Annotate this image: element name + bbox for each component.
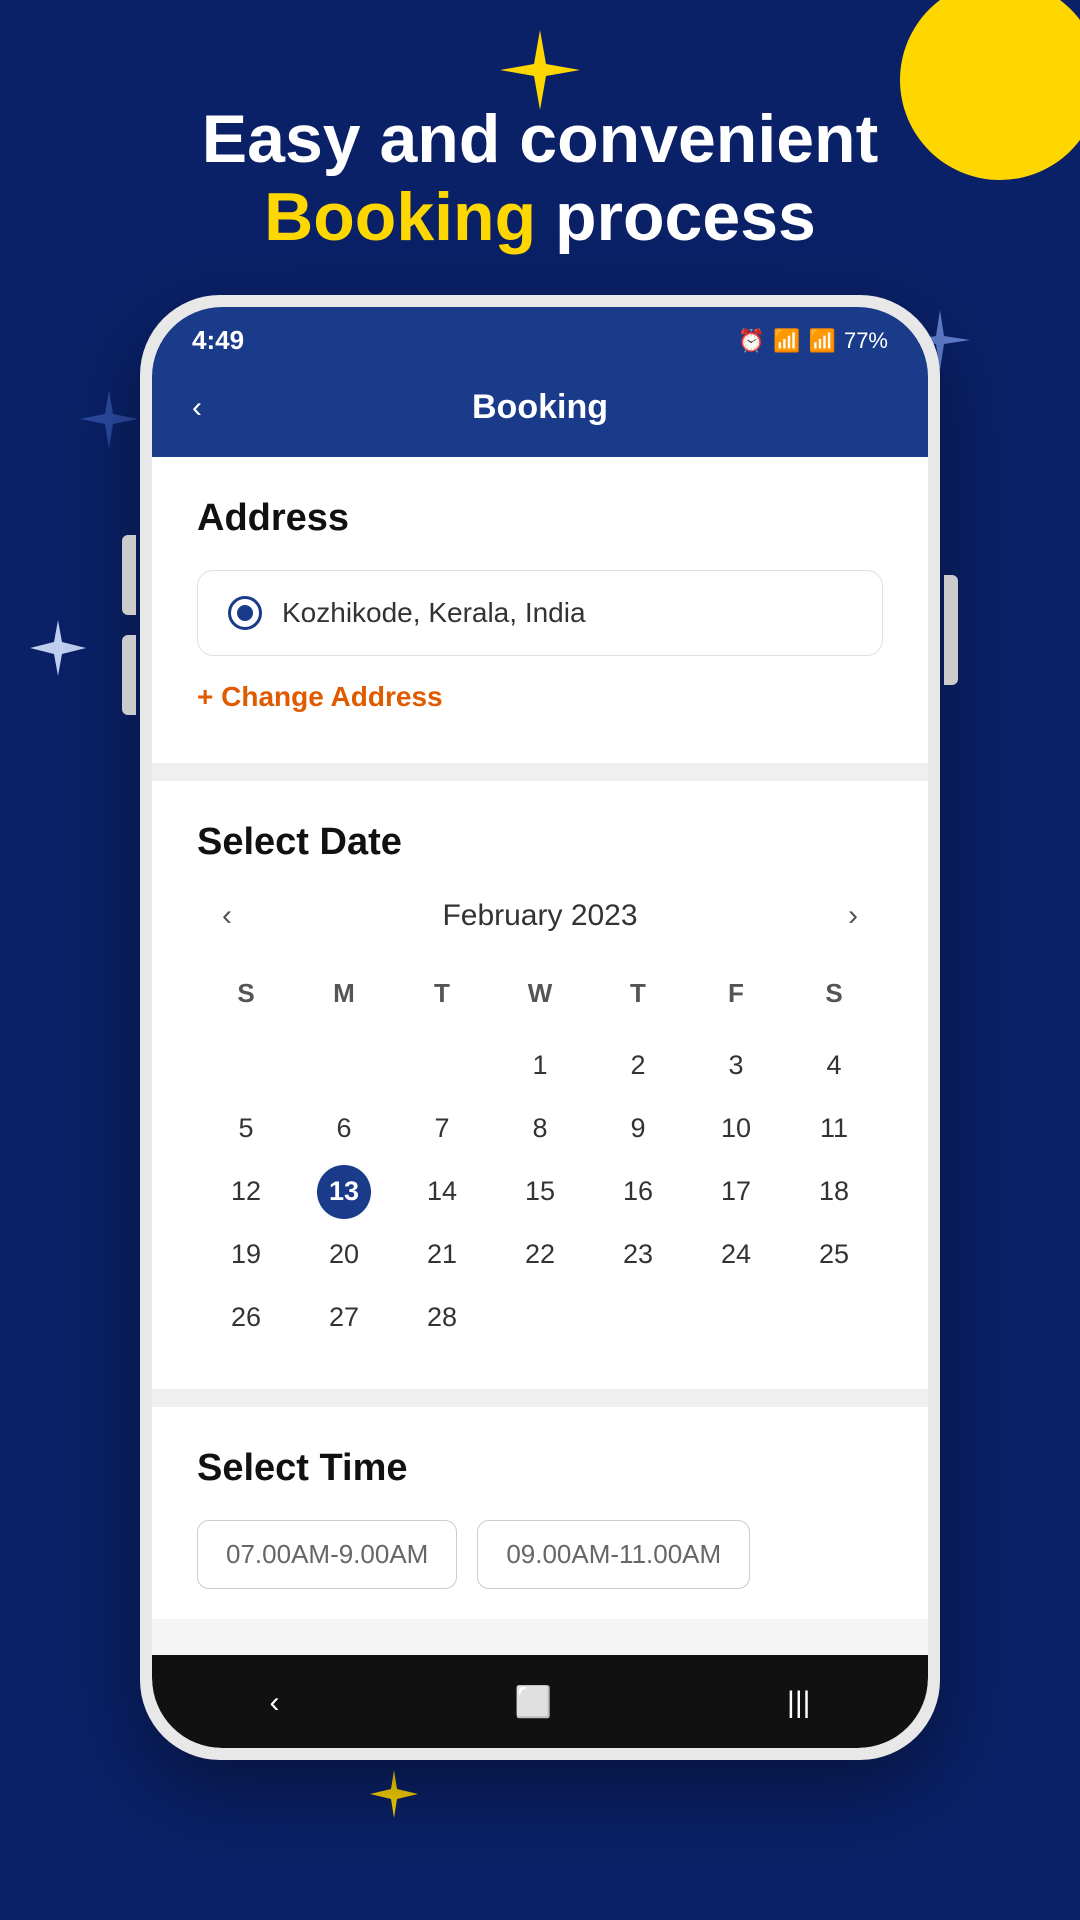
calendar-day-3[interactable]: 3: [687, 1034, 785, 1097]
calendar-day-12[interactable]: 12: [197, 1160, 295, 1223]
back-button[interactable]: ‹: [192, 391, 202, 425]
star-blue-left-icon: [80, 390, 138, 462]
address-box: Kozhikode, Kerala, India: [197, 570, 883, 656]
address-section: Address Kozhikode, Kerala, India + Chang…: [152, 457, 928, 763]
calendar-day-27[interactable]: 27: [295, 1286, 393, 1349]
calendar-day-22[interactable]: 22: [491, 1223, 589, 1286]
day-label-tue: T: [393, 968, 491, 1019]
calendar-day-14[interactable]: 14: [393, 1160, 491, 1223]
alarm-icon: ⏰: [738, 328, 765, 354]
content-scroll: Address Kozhikode, Kerala, India + Chang…: [152, 457, 928, 1655]
calendar-day-2[interactable]: 2: [589, 1034, 687, 1097]
star-yellow-bottom-icon: [370, 1770, 418, 1830]
select-time-title: Select Time: [197, 1447, 883, 1490]
star-white-left-icon: [30, 620, 86, 690]
signal-icon: 📶: [809, 328, 836, 354]
section-divider-1: [152, 763, 928, 781]
app-title: Booking: [472, 388, 608, 427]
status-icons: ⏰ 📶 📶 77%: [738, 328, 888, 354]
calendar-day-13[interactable]: 13: [317, 1165, 371, 1219]
wifi-icon: 📶: [773, 328, 800, 354]
nav-recents-button[interactable]: |||: [757, 1678, 840, 1728]
calendar-section: Select Date ‹ February 2023 › S M T W T …: [152, 781, 928, 1389]
bottom-nav: ‹ ⬜ |||: [152, 1655, 928, 1748]
header-area: Easy and convenient Booking process: [0, 100, 1080, 256]
app-content: Address Kozhikode, Kerala, India + Chang…: [152, 457, 928, 1655]
volume-up-button: [122, 535, 136, 615]
calendar-day-21[interactable]: 21: [393, 1223, 491, 1286]
time-slots-container: 07.00AM-9.00AM 09.00AM-11.00AM: [197, 1520, 883, 1589]
calendar-day-8[interactable]: 8: [491, 1097, 589, 1160]
calendar-empty-0-1: [295, 1034, 393, 1097]
nav-home-button[interactable]: ⬜: [485, 1677, 582, 1728]
calendar-empty-0-2: [393, 1034, 491, 1097]
radio-inner: [237, 605, 253, 621]
calendar-day-19[interactable]: 19: [197, 1223, 295, 1286]
calendar-day-9[interactable]: 9: [589, 1097, 687, 1160]
calendar-empty-4-6: [785, 1286, 883, 1349]
calendar-day-4[interactable]: 4: [785, 1034, 883, 1097]
radio-selected-icon: [228, 596, 262, 630]
status-bar: 4:49 ⏰ 📶 📶 77%: [152, 307, 928, 368]
phone-mockup: 4:49 ⏰ 📶 📶 77% ‹ Booking Address: [140, 295, 940, 1760]
calendar-day-18[interactable]: 18: [785, 1160, 883, 1223]
header-process-word: process: [536, 179, 816, 255]
star-yellow-top-icon: [500, 30, 580, 110]
calendar-day-15[interactable]: 15: [491, 1160, 589, 1223]
calendar-empty-4-5: [687, 1286, 785, 1349]
time-slot-1[interactable]: 09.00AM-11.00AM: [477, 1520, 750, 1589]
calendar-day-1[interactable]: 1: [491, 1034, 589, 1097]
battery-indicator: 77%: [844, 328, 888, 354]
calendar-day-7[interactable]: 7: [393, 1097, 491, 1160]
day-label-sat: S: [785, 968, 883, 1019]
volume-down-button: [122, 635, 136, 715]
calendar-empty-4-3: [491, 1286, 589, 1349]
address-value: Kozhikode, Kerala, India: [282, 597, 586, 629]
select-date-title: Select Date: [197, 821, 883, 864]
header-booking-word: Booking: [264, 179, 536, 255]
day-label-sun: S: [197, 968, 295, 1019]
address-section-title: Address: [197, 497, 883, 540]
time-section: Select Time 07.00AM-9.00AM 09.00AM-11.00…: [152, 1407, 928, 1619]
phone-screen: 4:49 ⏰ 📶 📶 77% ‹ Booking Address: [152, 307, 928, 1748]
calendar-day-10[interactable]: 10: [687, 1097, 785, 1160]
calendar-month-label: February 2023: [442, 899, 637, 933]
day-label-wed: W: [491, 968, 589, 1019]
power-button: [944, 575, 958, 685]
calendar-nav: ‹ February 2023 ›: [197, 894, 883, 938]
day-label-thu: T: [589, 968, 687, 1019]
time-slot-0[interactable]: 07.00AM-9.00AM: [197, 1520, 457, 1589]
calendar-day-17[interactable]: 17: [687, 1160, 785, 1223]
calendar-day-25[interactable]: 25: [785, 1223, 883, 1286]
calendar-day-28[interactable]: 28: [393, 1286, 491, 1349]
app-header: ‹ Booking: [152, 368, 928, 457]
next-month-button[interactable]: ›: [833, 894, 873, 938]
calendar-day-11[interactable]: 11: [785, 1097, 883, 1160]
status-time: 4:49: [192, 325, 244, 356]
calendar-day-5[interactable]: 5: [197, 1097, 295, 1160]
calendar-day-16[interactable]: 16: [589, 1160, 687, 1223]
change-address-button[interactable]: + Change Address: [197, 681, 443, 713]
calendar-day-24[interactable]: 24: [687, 1223, 785, 1286]
header-line1: Easy and convenient: [202, 101, 878, 177]
day-label-fri: F: [687, 968, 785, 1019]
prev-month-button[interactable]: ‹: [207, 894, 247, 938]
section-divider-2: [152, 1389, 928, 1407]
calendar-day-20[interactable]: 20: [295, 1223, 393, 1286]
calendar-day-26[interactable]: 26: [197, 1286, 295, 1349]
calendar-grid: 1234567891011121314151617181920212223242…: [197, 1034, 883, 1349]
calendar-empty-4-4: [589, 1286, 687, 1349]
calendar-day-23[interactable]: 23: [589, 1223, 687, 1286]
calendar-empty-0-0: [197, 1034, 295, 1097]
calendar-day-headers: S M T W T F S: [197, 968, 883, 1019]
day-label-mon: M: [295, 968, 393, 1019]
header-title: Easy and convenient Booking process: [60, 100, 1020, 256]
calendar-day-6[interactable]: 6: [295, 1097, 393, 1160]
nav-back-button[interactable]: ‹: [240, 1678, 310, 1728]
